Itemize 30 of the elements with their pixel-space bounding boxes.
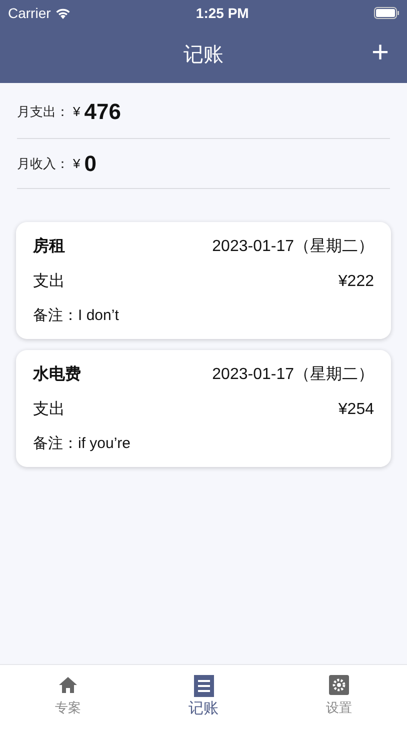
summary-amount: 0 (84, 150, 96, 176)
record-note: 备注：I don’t (33, 306, 119, 325)
currency-sign: ¥ (73, 156, 80, 171)
carrier-label: Carrier (8, 5, 51, 21)
tab-item[interactable]: 设置 (271, 665, 407, 729)
battery-icon (374, 7, 399, 19)
list-icon (194, 675, 214, 697)
record-card[interactable]: 水电费 2023-01-17（星期二） 支出 ¥254 备注：if you’re (16, 350, 391, 467)
record-title: 水电费 (33, 364, 81, 385)
record-type: 支出 (33, 400, 65, 420)
record-note: 备注：if you’re (33, 434, 131, 453)
add-button[interactable]: + (367, 36, 393, 70)
page-title: 记账 (184, 43, 224, 68)
currency-sign: ¥ (73, 104, 80, 119)
record-date: 2023-01-17（星期二） (212, 237, 374, 257)
record-title: 房租 (33, 236, 65, 257)
clock-time: 1:25 PM (196, 5, 249, 21)
record-date: 2023-01-17（星期二） (212, 365, 374, 385)
tab-item[interactable]: 专案 (0, 665, 136, 729)
summary-amount: 476 (84, 98, 121, 124)
record-type: 支出 (33, 272, 65, 292)
summary-label: 月支出： (17, 102, 69, 120)
record-amount: ¥254 (338, 400, 374, 418)
summary-label: 月收入： (17, 154, 69, 172)
home-icon (58, 675, 78, 695)
tab-item[interactable]: 记账 (136, 665, 272, 729)
wifi-icon (54, 7, 71, 19)
record-card[interactable]: 房租 2023-01-17（星期二） 支出 ¥222 备注：I don’t (16, 222, 391, 339)
record-amount: ¥222 (338, 272, 374, 290)
settings-icon (329, 675, 350, 695)
